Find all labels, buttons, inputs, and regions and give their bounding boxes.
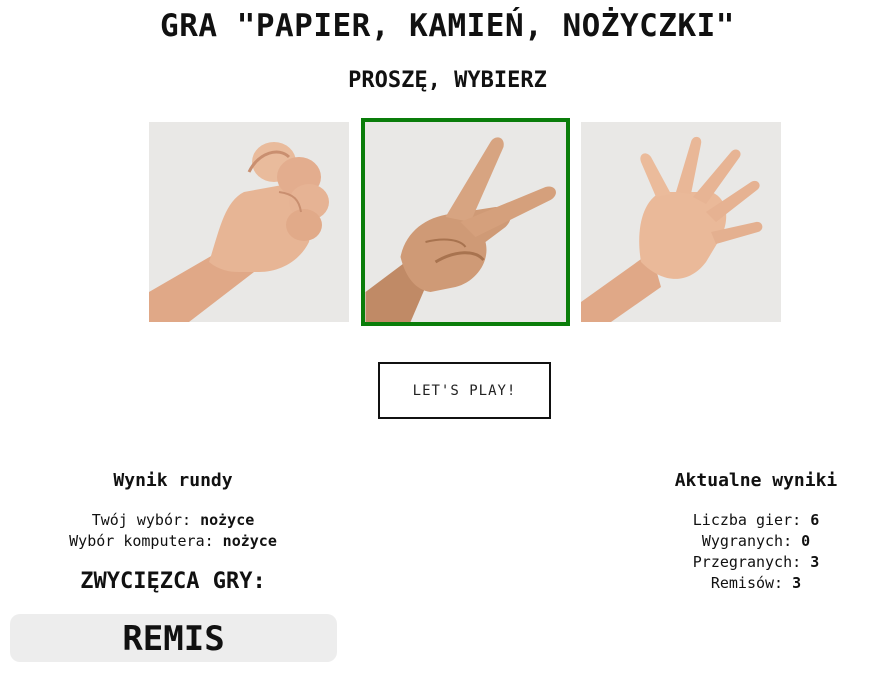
computer-choice-label: Wybór komputera: xyxy=(69,532,214,550)
games-count-label: Liczba gier: xyxy=(692,511,802,529)
computer-choice-value: nożyce xyxy=(222,532,277,550)
your-choice-label: Twój wybór: xyxy=(91,511,192,529)
open-palm-hand-icon xyxy=(581,122,781,322)
wins-count-line: Wygranych: 0 xyxy=(636,532,876,550)
losses-count-line: Przegranych: 3 xyxy=(636,553,876,571)
choice-scissors[interactable] xyxy=(361,118,570,326)
draws-count-label: Remisów: xyxy=(710,574,784,592)
lets-play-button[interactable]: LET'S PLAY! xyxy=(378,362,551,419)
losses-count-value: 3 xyxy=(810,553,820,571)
your-choice-value: nożyce xyxy=(200,511,255,529)
choose-prompt: PROSZĘ, WYBIERZ xyxy=(348,68,547,93)
winner-label: ZWYCIĘZCA GRY: xyxy=(80,569,266,594)
losses-count-label: Przegranych: xyxy=(692,553,802,571)
fist-hand-icon xyxy=(149,122,349,322)
game-title: GRA "PAPIER, KAMIEŃ, NOŻYCZKI" xyxy=(160,8,735,44)
draws-count-value: 3 xyxy=(792,574,802,592)
wins-count-label: Wygranych: xyxy=(701,532,793,550)
current-scores-title: Aktualne wyniki xyxy=(674,470,838,491)
draws-count-line: Remisów: 3 xyxy=(636,574,876,592)
wins-count-value: 0 xyxy=(801,532,811,550)
computer-choice-line: Wybór komputera: nożyce xyxy=(23,532,323,550)
your-choice-line: Twój wybór: nożyce xyxy=(53,511,293,529)
winner-result-box: REMIS xyxy=(10,614,337,662)
choice-paper[interactable] xyxy=(581,122,781,322)
games-count-line: Liczba gier: 6 xyxy=(636,511,876,529)
choice-rock[interactable] xyxy=(149,122,349,322)
games-count-value: 6 xyxy=(810,511,820,529)
round-result-title: Wynik rundy xyxy=(113,470,233,491)
scissors-hand-icon xyxy=(365,122,566,322)
